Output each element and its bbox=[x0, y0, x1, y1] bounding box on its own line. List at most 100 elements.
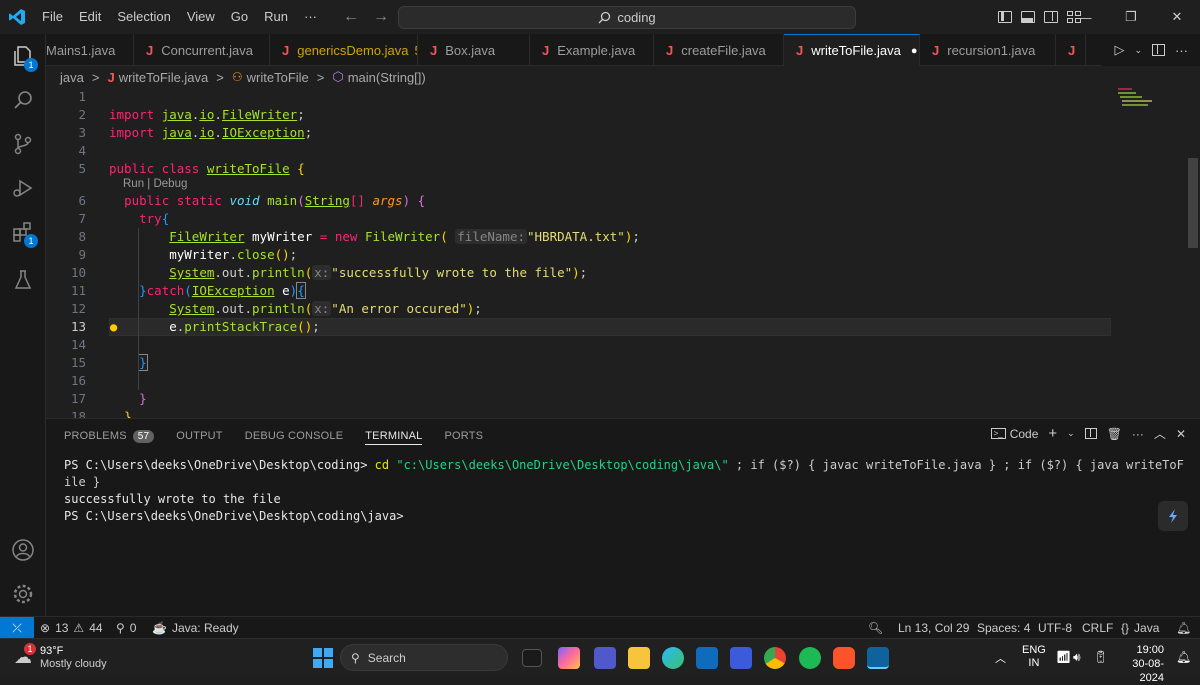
manage-gear-icon[interactable] bbox=[0, 572, 46, 616]
notifications-bell-icon[interactable]: 🔔︎ bbox=[1176, 617, 1191, 639]
language-mode[interactable]: {} Java bbox=[1121, 617, 1159, 639]
app-icon[interactable] bbox=[730, 647, 752, 669]
new-terminal-icon[interactable]: + bbox=[1048, 425, 1057, 442]
store-icon[interactable] bbox=[696, 647, 718, 669]
toggle-primary-sidebar-icon[interactable] bbox=[998, 11, 1012, 23]
breadcrumb-method[interactable]: main(String[]) bbox=[348, 70, 426, 85]
run-debug-codelens[interactable]: Run | Debug bbox=[123, 178, 187, 190]
toggle-panel-icon[interactable] bbox=[1021, 11, 1035, 23]
breadcrumb-folder[interactable]: java bbox=[60, 70, 84, 85]
tab-ports[interactable]: PORTS bbox=[444, 427, 483, 445]
code-line[interactable]: FileWriter myWriter = new FileWriter( fi… bbox=[109, 228, 640, 246]
tab-output[interactable]: OUTPUT bbox=[176, 427, 222, 445]
tab-overflow[interactable]: J bbox=[1056, 34, 1086, 66]
maximize-panel-icon[interactable]: ︿ bbox=[1154, 425, 1166, 442]
tab-writetofile[interactable]: JwriteToFile.java ● bbox=[784, 34, 920, 66]
battery-icon[interactable]: 🔋︎ bbox=[1093, 650, 1108, 664]
forward-arrow-icon[interactable]: → bbox=[373, 8, 389, 26]
tab-recursion1[interactable]: Jrecursion1.java bbox=[920, 34, 1056, 66]
close-panel-icon[interactable]: ✕ bbox=[1176, 427, 1186, 441]
taskbar-search[interactable]: ⚲ Search bbox=[340, 644, 508, 671]
clock[interactable]: 19:00 30-08-2024 bbox=[1116, 643, 1164, 685]
accounts-icon[interactable] bbox=[0, 528, 46, 572]
notification-center-icon[interactable]: 🔔︎ bbox=[1176, 650, 1191, 664]
trash-icon[interactable]: 🗑 bbox=[1107, 427, 1122, 441]
zoom-icon[interactable]: 🔍︎ bbox=[868, 617, 883, 639]
split-terminal-icon[interactable] bbox=[1084, 428, 1097, 439]
menu-run[interactable]: Run bbox=[256, 0, 296, 34]
menu-go[interactable]: Go bbox=[223, 0, 256, 34]
spotify-icon[interactable] bbox=[799, 647, 821, 669]
indentation[interactable]: Spaces: 4 bbox=[977, 617, 1030, 639]
code-line[interactable]: public class writeToFile { bbox=[109, 160, 305, 178]
split-editor-icon[interactable] bbox=[1152, 44, 1165, 56]
close-icon[interactable]: ✕ bbox=[1154, 9, 1200, 25]
ports-status[interactable]: ⚲ 0 bbox=[116, 617, 136, 639]
java-status[interactable]: ☕ Java: Ready bbox=[152, 617, 239, 639]
minimize-icon[interactable]: — bbox=[1062, 10, 1108, 25]
chrome-icon[interactable] bbox=[764, 647, 786, 669]
restore-icon[interactable]: ❐ bbox=[1108, 9, 1154, 25]
code-editor[interactable]: 1 2 import java.io.FileWriter; 3 import ja… bbox=[46, 88, 1186, 418]
menu-more[interactable]: ··· bbox=[296, 0, 325, 34]
menu-edit[interactable]: Edit bbox=[71, 0, 109, 34]
start-windows-icon[interactable] bbox=[313, 648, 333, 668]
tab-debug-console[interactable]: DEBUG CONSOLE bbox=[245, 427, 344, 445]
code-line[interactable]: } bbox=[109, 354, 148, 372]
run-debug-icon[interactable] bbox=[0, 166, 46, 210]
file-explorer-icon[interactable] bbox=[628, 647, 650, 669]
end-of-line[interactable]: CRLF bbox=[1082, 617, 1113, 639]
minimap[interactable] bbox=[1116, 88, 1172, 118]
tab-mains1[interactable]: Mains1.java bbox=[46, 34, 134, 66]
tab-example[interactable]: J Example.java bbox=[530, 34, 654, 66]
code-line[interactable]: public static void main(String[] args) { bbox=[109, 192, 425, 210]
wifi-icon[interactable]: 📶︎ bbox=[1056, 650, 1071, 664]
brave-icon[interactable] bbox=[833, 647, 855, 669]
code-line[interactable]: } bbox=[109, 408, 132, 418]
copilot-app-icon[interactable] bbox=[558, 647, 580, 669]
editor-scrollbar[interactable] bbox=[1186, 88, 1200, 418]
testing-icon[interactable] bbox=[0, 258, 46, 302]
code-line[interactable]: try{ bbox=[109, 210, 169, 228]
problems-status[interactable]: ⊗ 13 ⚠ 44 bbox=[40, 617, 103, 639]
weather-widget[interactable]: ☁ 1 93°F Mostly cloudy bbox=[14, 643, 124, 673]
menu-file[interactable]: File bbox=[34, 0, 71, 34]
toggle-secondary-sidebar-icon[interactable] bbox=[1044, 11, 1058, 23]
chevron-down-icon[interactable]: ⌄ bbox=[1067, 428, 1075, 439]
tab-concurrent[interactable]: J Concurrent.java bbox=[134, 34, 270, 66]
tab-terminal[interactable]: TERMINAL bbox=[365, 427, 423, 445]
explorer-icon[interactable]: 1 bbox=[0, 34, 46, 78]
more-actions-icon[interactable]: ··· bbox=[1175, 43, 1188, 58]
breadcrumb-file[interactable]: writeToFile.java bbox=[119, 70, 209, 85]
tab-createfile[interactable]: JcreateFile.java bbox=[654, 34, 784, 66]
run-icon[interactable]: ▷ bbox=[1114, 42, 1124, 58]
menu-selection[interactable]: Selection bbox=[109, 0, 178, 34]
tab-genericsdemo[interactable]: JgenericsDemo.java5 bbox=[270, 34, 418, 66]
breadcrumb-class[interactable]: writeToFile bbox=[247, 70, 309, 85]
teams-icon[interactable] bbox=[594, 647, 616, 669]
source-control-icon[interactable] bbox=[0, 122, 46, 166]
search-view-icon[interactable] bbox=[0, 78, 46, 122]
tab-box[interactable]: J Box.java bbox=[418, 34, 530, 66]
menu-view[interactable]: View bbox=[179, 0, 223, 34]
cursor-position[interactable]: Ln 13, Col 29 bbox=[898, 617, 969, 639]
code-line[interactable]: } bbox=[109, 390, 147, 408]
back-arrow-icon[interactable]: ← bbox=[343, 8, 359, 26]
code-line[interactable]: System.out.println(x: "An error occured")… bbox=[109, 300, 482, 318]
extensions-icon[interactable]: 1 bbox=[0, 210, 46, 254]
code-line[interactable]: import java.io.FileWriter; bbox=[109, 106, 305, 124]
vscode-taskbar-icon[interactable] bbox=[867, 647, 889, 669]
command-center-search[interactable]: coding bbox=[398, 6, 856, 29]
code-line[interactable]: import java.io.IOException; bbox=[109, 124, 312, 142]
copilot-icon[interactable] bbox=[1158, 501, 1188, 531]
volume-icon[interactable]: 🔊︎ bbox=[1073, 650, 1081, 665]
language-indicator[interactable]: ENG IN bbox=[1022, 644, 1046, 670]
terminal-output[interactable]: PS C:\Users\deeks\OneDrive\Desktop\codin… bbox=[64, 457, 1184, 525]
remote-indicator-icon[interactable]: ⤫ bbox=[0, 617, 34, 639]
more-actions-icon[interactable]: ··· bbox=[1132, 427, 1144, 441]
edge-icon[interactable] bbox=[662, 647, 684, 669]
tab-problems[interactable]: PROBLEMS 57 bbox=[64, 427, 155, 445]
encoding[interactable]: UTF-8 bbox=[1038, 617, 1072, 639]
code-line[interactable]: e.printStackTrace(); bbox=[109, 318, 320, 336]
tray-overflow-icon[interactable]: ︿ bbox=[995, 650, 1006, 666]
